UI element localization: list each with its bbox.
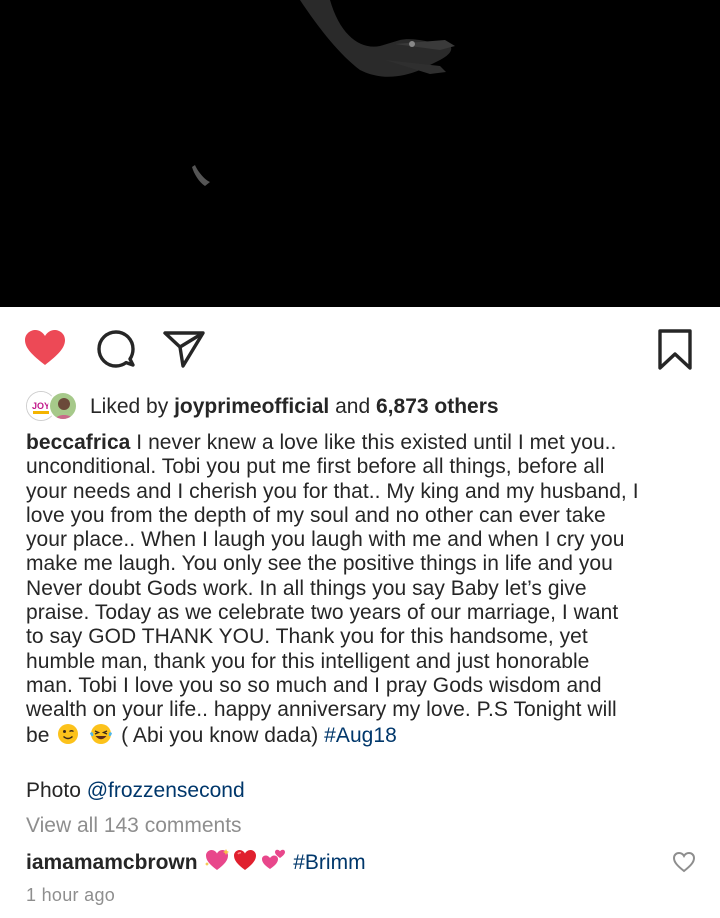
two-hearts-emoji-icon: [260, 848, 286, 878]
caption-line: to say GOD THANK YOU. Thank you for this…: [26, 625, 588, 649]
caption-line: your place.. When I laugh you laugh with…: [26, 528, 625, 552]
liked-by-others[interactable]: 6,873 others: [376, 395, 499, 419]
liker-avatars: JOY: [26, 391, 84, 423]
action-bar: [0, 307, 720, 392]
photo-credit-label: Photo: [26, 779, 81, 802]
red-heart-emoji-icon: [232, 848, 258, 878]
heart-outline-icon[interactable]: [672, 851, 696, 878]
sparkling-heart-emoji-icon: [204, 848, 230, 878]
caption-line: Never doubt Gods work. In all things you…: [26, 576, 587, 600]
view-all-comments-link[interactable]: View all 143 comments: [26, 814, 242, 838]
caption-line: man. Tobi I love you so so much and I pr…: [26, 673, 602, 697]
caption-line: love you from the depth of my soul and n…: [26, 503, 606, 527]
comment-hashtag[interactable]: #Brimm: [293, 851, 365, 875]
top-comment: iamamamcbrown #Brimm: [26, 848, 366, 878]
liked-by-joiner: and: [335, 395, 371, 418]
caption-line: be: [26, 723, 50, 747]
winking-face-emoji-icon: [57, 723, 79, 751]
laughing-tears-emoji-icon: [89, 723, 113, 751]
caption-hashtag[interactable]: #Aug18: [324, 724, 397, 747]
post-timestamp: 1 hour ago: [26, 885, 116, 905]
comment-icon[interactable]: [96, 329, 136, 374]
bookmark-icon[interactable]: [657, 329, 693, 376]
photo-credit-mention[interactable]: @frozzensecond: [87, 779, 245, 802]
share-icon[interactable]: [162, 329, 206, 374]
caption-line: wealth on your life.. happy anniversary …: [26, 698, 617, 722]
caption-line: humble man, thank you for this intellige…: [26, 649, 590, 673]
caption-line: I never knew a love like this existed un…: [136, 431, 617, 454]
avatar: [48, 391, 78, 421]
caption-line: ( Abi you know dada): [121, 723, 319, 747]
comment-username[interactable]: iamamamcbrown: [26, 851, 198, 875]
post-caption: beccafrica I never knew a love like this…: [26, 431, 706, 751]
caption-line: unconditional. Tobi you put me first bef…: [26, 455, 605, 479]
caption-username[interactable]: beccafrica: [26, 431, 130, 454]
liked-by-user[interactable]: joyprimeofficial: [174, 395, 329, 419]
post-photo[interactable]: [0, 0, 720, 307]
liked-by-row[interactable]: JOY Liked by joyprimeofficial and 6,873 …: [26, 390, 499, 424]
caption-line: praise. Today as we celebrate two years …: [26, 601, 619, 625]
heart-filled-icon[interactable]: [24, 329, 66, 372]
liked-by-prefix: Liked by: [90, 395, 169, 418]
caption-line: your needs and I cherish you for that.. …: [26, 479, 639, 503]
caption-line: make me laugh. You only see the positive…: [26, 552, 613, 576]
photo-credit: Photo @frozzensecond: [26, 779, 245, 803]
